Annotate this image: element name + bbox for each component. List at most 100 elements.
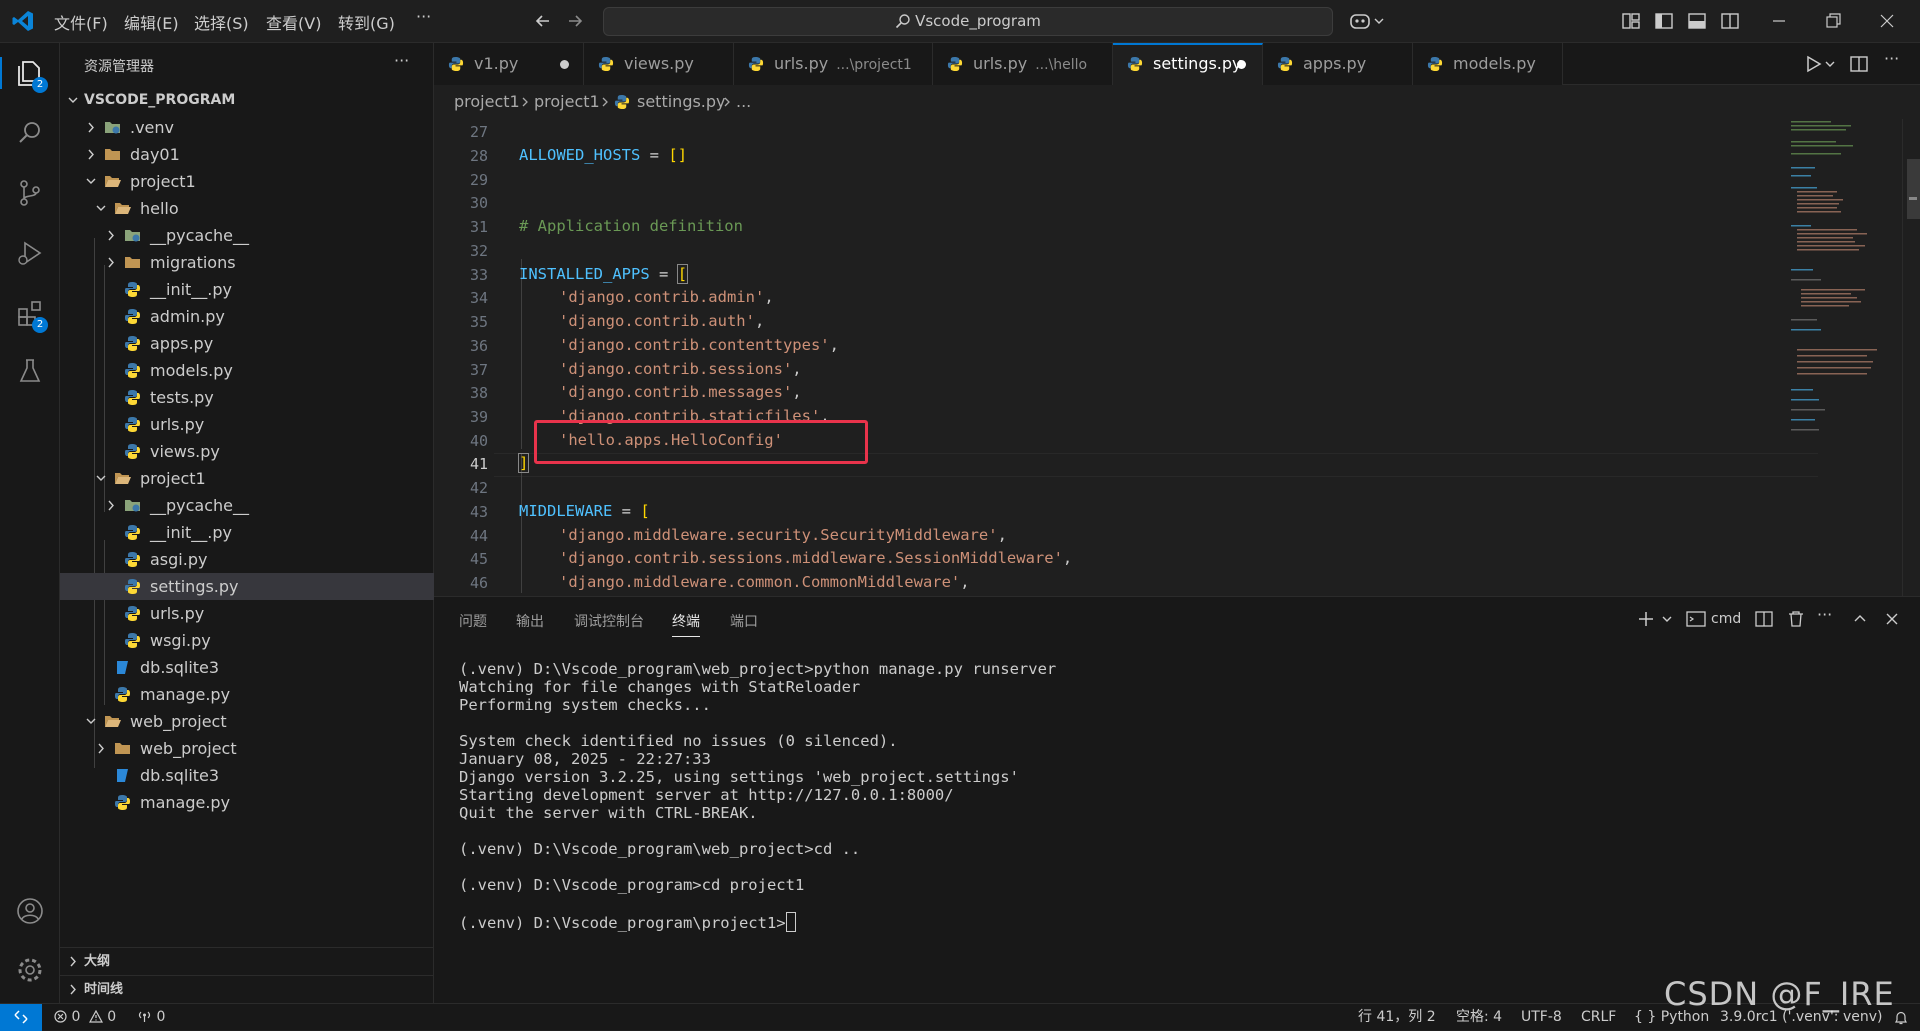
panel-tab-problems[interactable]: 问题 — [459, 611, 487, 631]
tree-folder-web-project-inner[interactable]: web_project — [60, 735, 434, 762]
indentation[interactable]: 空格: 4 — [1456, 1004, 1502, 1030]
tab-v1[interactable]: v1.py — [434, 43, 584, 85]
menu-view[interactable]: 查看(V) — [266, 10, 321, 34]
run-python-file-icon[interactable] — [1802, 53, 1838, 75]
tab-models[interactable]: models.py — [1413, 43, 1563, 85]
tab-urls-project1[interactable]: urls.py ...\project1 — [734, 43, 933, 85]
panel-tab-output[interactable]: 输出 — [516, 611, 544, 631]
editor-more-actions-button[interactable]: ··· — [1884, 49, 1899, 68]
tree-folder-pycache[interactable]: __pycache__ — [60, 222, 434, 249]
menu-selection[interactable]: 选择(S) — [194, 10, 249, 34]
back-arrow-icon[interactable] — [532, 10, 554, 32]
remote-indicator[interactable] — [0, 1004, 42, 1031]
panel-tab-terminal[interactable]: 终端 — [672, 611, 700, 637]
tree-file-urls-2[interactable]: urls.py — [60, 600, 434, 627]
menu-more-button[interactable]: ··· — [416, 7, 431, 26]
toggle-panel-icon[interactable] — [1686, 10, 1708, 32]
problems-indicator[interactable]: 0 0 — [54, 1004, 116, 1030]
copilot-icon[interactable] — [1349, 10, 1385, 32]
breadcrumb-settings[interactable]: settings.py — [637, 85, 726, 119]
tab-apps[interactable]: apps.py — [1263, 43, 1413, 85]
accounts-icon[interactable] — [14, 895, 46, 927]
tree-file-wsgi[interactable]: wsgi.py — [60, 627, 434, 654]
chevron-up-icon[interactable] — [1850, 609, 1870, 629]
tree-file-views[interactable]: views.py — [60, 438, 434, 465]
tree-folder-hello[interactable]: hello — [60, 195, 434, 222]
restore-icon[interactable] — [1822, 10, 1844, 32]
notifications-bell-icon[interactable] — [1893, 1010, 1909, 1026]
timeline-section-header[interactable]: 时间线 — [60, 975, 434, 1003]
panel-tab-ports[interactable]: 端口 — [730, 611, 758, 631]
customize-layout-icon[interactable] — [1620, 10, 1642, 32]
minimap[interactable] — [1787, 119, 1902, 596]
breadcrumb-symbol[interactable]: ... — [736, 85, 751, 119]
cursor-position[interactable]: 行 41，列 2 — [1358, 1004, 1436, 1030]
python-file-icon — [448, 56, 464, 72]
search-view-icon[interactable] — [14, 117, 46, 149]
toggle-secondary-sidebar-icon[interactable] — [1719, 10, 1741, 32]
outline-section-header[interactable]: 大纲 — [60, 947, 434, 975]
tree-file-init[interactable]: __init__.py — [60, 276, 434, 303]
tree-label: views.py — [150, 442, 220, 461]
testing-flask-icon[interactable] — [14, 355, 46, 387]
tree-file-admin[interactable]: admin.py — [60, 303, 434, 330]
close-window-icon[interactable] — [1876, 10, 1898, 32]
tree-folder-project1-inner[interactable]: project1 — [60, 465, 434, 492]
python-file-icon — [115, 795, 130, 810]
code-token: ALLOWED_HOSTS — [519, 146, 641, 164]
forward-arrow-icon[interactable] — [564, 10, 586, 32]
editor-scrollbar[interactable] — [1902, 119, 1920, 596]
tree-file-asgi[interactable]: asgi.py — [60, 546, 434, 573]
terminal[interactable]: (.venv) D:\Vscode_program\web_project>py… — [434, 641, 1920, 1003]
tree-file-manage-2[interactable]: manage.py — [60, 789, 434, 816]
split-terminal-icon[interactable] — [1754, 609, 1774, 629]
ports-indicator[interactable]: 0 — [137, 1004, 165, 1030]
trash-icon[interactable] — [1786, 609, 1806, 629]
tree-file-manage[interactable]: manage.py — [60, 681, 434, 708]
tree-file-dbsqlite-2[interactable]: db.sqlite3 — [60, 762, 434, 789]
tree-folder-project1[interactable]: project1 — [60, 168, 434, 195]
tree-folder-migrations[interactable]: migrations — [60, 249, 434, 276]
tree-file-models[interactable]: models.py — [60, 357, 434, 384]
unsaved-dot-icon[interactable] — [1237, 60, 1246, 69]
tab-urls-hello[interactable]: urls.py ...\hello — [933, 43, 1113, 85]
tree-folder-venv[interactable]: .venv — [60, 114, 434, 141]
sidebar-more-button[interactable]: ··· — [394, 51, 409, 70]
split-editor-icon[interactable] — [1848, 53, 1870, 75]
chevron-down-icon — [86, 178, 96, 184]
tree-file-urls[interactable]: urls.py — [60, 411, 434, 438]
breadcrumb-project1-inner[interactable]: project1 — [534, 85, 600, 119]
line-endings[interactable]: CRLF — [1581, 1004, 1616, 1030]
toggle-primary-sidebar-icon[interactable] — [1653, 10, 1675, 32]
new-terminal-icon[interactable] — [1638, 609, 1678, 629]
tab-settings[interactable]: settings.py — [1113, 43, 1263, 85]
tree-folder-pycache-2[interactable]: __pycache__ — [60, 492, 434, 519]
code-editor[interactable]: 27 28 29 30 31 32 33 34 35 36 37 38 39 4… — [434, 119, 1920, 596]
tree-folder-day01[interactable]: day01 — [60, 141, 434, 168]
source-control-icon[interactable] — [14, 177, 46, 209]
tree-file-tests[interactable]: tests.py — [60, 384, 434, 411]
minimize-icon[interactable] — [1768, 10, 1790, 32]
unsaved-dot-icon[interactable] — [560, 60, 569, 69]
tree-label: admin.py — [150, 307, 225, 326]
command-center-search[interactable]: Vscode_program — [603, 7, 1333, 36]
tree-file-settings[interactable]: settings.py — [60, 573, 434, 600]
tree-file-dbsqlite[interactable]: db.sqlite3 — [60, 654, 434, 681]
tab-views[interactable]: views.py — [584, 43, 734, 85]
run-debug-icon[interactable] — [14, 237, 46, 269]
menu-goto[interactable]: 转到(G) — [338, 10, 395, 34]
tree-file-init-2[interactable]: __init__.py — [60, 519, 434, 546]
panel-tab-debug-console[interactable]: 调试控制台 — [574, 611, 644, 631]
menu-edit[interactable]: 编辑(E) — [124, 10, 179, 34]
breadcrumb-project1[interactable]: project1 — [454, 85, 520, 119]
close-panel-icon[interactable] — [1882, 609, 1902, 629]
explorer-root[interactable]: VSCODE_PROGRAM — [60, 87, 434, 114]
scrollbar-thumb[interactable] — [1907, 159, 1920, 219]
menu-file[interactable]: 文件(F) — [54, 10, 108, 34]
terminal-shell-name[interactable]: cmd — [1711, 611, 1741, 627]
tree-file-apps[interactable]: apps.py — [60, 330, 434, 357]
encoding[interactable]: UTF-8 — [1521, 1004, 1562, 1030]
settings-gear-icon[interactable] — [14, 954, 46, 986]
panel-more-button[interactable]: ··· — [1817, 605, 1832, 624]
tree-folder-web-project[interactable]: web_project — [60, 708, 434, 735]
